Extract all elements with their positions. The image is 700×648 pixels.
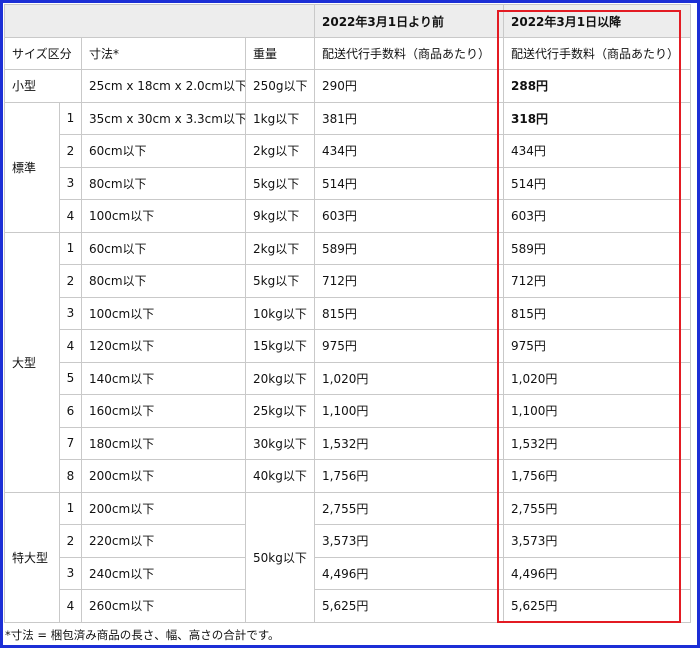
row-number-cell: 2 — [59, 524, 82, 558]
dimension-cell: 260cm以下 — [81, 589, 246, 623]
weight-cell: 9kg以下 — [245, 199, 315, 233]
dimension-cell: 100cm以下 — [81, 199, 246, 233]
dimension-cell: 80cm以下 — [81, 166, 246, 200]
fee-before-cell: 2,755円 — [314, 491, 504, 525]
dimension-cell: 80cm以下 — [81, 264, 246, 298]
fee-before-cell: 434円 — [314, 134, 504, 168]
dimension-cell: 140cm以下 — [81, 361, 246, 395]
dimension-cell: 200cm以下 — [81, 491, 246, 525]
weight-cell: 25kg以下 — [245, 394, 315, 428]
fee-before-cell: 589円 — [314, 231, 504, 265]
row-number-cell: 4 — [59, 589, 82, 623]
fee-before-cell: 1,020円 — [314, 361, 504, 395]
fee-before-cell: 514円 — [314, 166, 504, 200]
row-number-cell: 1 — [59, 231, 82, 265]
weight-cell: 20kg以下 — [245, 361, 315, 395]
fee-before-cell: 712円 — [314, 264, 504, 298]
row-number-cell: 7 — [59, 426, 82, 460]
header-before-date: 2022年3月1日より前 — [314, 4, 504, 38]
row-number-cell: 3 — [59, 296, 82, 330]
dimension-cell: 180cm以下 — [81, 426, 246, 460]
row-number-cell: 2 — [59, 134, 82, 168]
dimension-cell: 100cm以下 — [81, 296, 246, 330]
header-blank-cell — [4, 4, 315, 38]
row-number-cell: 4 — [59, 199, 82, 233]
weight-cell: 30kg以下 — [245, 426, 315, 460]
weight-cell: 40kg以下 — [245, 459, 315, 493]
highlight-box-new-fees — [497, 10, 681, 623]
fee-before-cell: 3,573円 — [314, 524, 504, 558]
col-size-class: サイズ区分 — [4, 37, 82, 70]
weight-cell: 50kg以下 — [245, 491, 315, 623]
row-number-cell: 5 — [59, 361, 82, 395]
col-weight: 重量 — [245, 37, 315, 70]
fee-before-cell: 1,756円 — [314, 459, 504, 493]
fee-before-cell: 603円 — [314, 199, 504, 233]
weight-cell: 1kg以下 — [245, 101, 315, 135]
fee-before-cell: 815円 — [314, 296, 504, 330]
fee-before-cell: 1,532円 — [314, 426, 504, 460]
dimension-cell: 25cm x 18cm x 2.0cm以下 — [81, 69, 246, 103]
row-number-cell: 1 — [59, 491, 82, 525]
fee-before-cell: 1,100円 — [314, 394, 504, 428]
dimension-cell: 220cm以下 — [81, 524, 246, 558]
weight-cell: 250g以下 — [245, 69, 315, 103]
fee-before-cell: 290円 — [314, 69, 504, 103]
row-number-cell: 3 — [59, 166, 82, 200]
row-number-cell: 1 — [59, 101, 82, 135]
row-number-cell: 4 — [59, 329, 82, 363]
size-class-large: 大型 — [4, 231, 60, 493]
weight-cell: 15kg以下 — [245, 329, 315, 363]
col-dimensions: 寸法* — [81, 37, 246, 70]
col-fee-before: 配送代行手数料（商品あたり） — [314, 37, 504, 70]
weight-cell: 5kg以下 — [245, 166, 315, 200]
size-class-small: 小型 — [4, 69, 82, 103]
size-class-standard: 標準 — [4, 101, 60, 233]
weight-cell: 2kg以下 — [245, 134, 315, 168]
row-number-cell: 8 — [59, 459, 82, 493]
dimension-cell: 60cm以下 — [81, 231, 246, 265]
dimension-cell: 60cm以下 — [81, 134, 246, 168]
dimension-cell: 240cm以下 — [81, 556, 246, 590]
dimension-footnote: *寸法 = 梱包済み商品の長さ、幅、高さの合計です。 — [5, 628, 280, 642]
dimension-cell: 120cm以下 — [81, 329, 246, 363]
weight-cell: 10kg以下 — [245, 296, 315, 330]
fee-before-cell: 381円 — [314, 101, 504, 135]
fee-before-cell: 5,625円 — [314, 589, 504, 623]
dimension-cell: 160cm以下 — [81, 394, 246, 428]
row-number-cell: 2 — [59, 264, 82, 298]
row-number-cell: 6 — [59, 394, 82, 428]
size-class-oversize: 特大型 — [4, 491, 60, 623]
dimension-cell: 35cm x 30cm x 3.3cm以下 — [81, 101, 246, 135]
weight-cell: 5kg以下 — [245, 264, 315, 298]
dimension-cell: 200cm以下 — [81, 459, 246, 493]
row-number-cell: 3 — [59, 556, 82, 590]
fee-before-cell: 4,496円 — [314, 556, 504, 590]
weight-cell: 2kg以下 — [245, 231, 315, 265]
fee-before-cell: 975円 — [314, 329, 504, 363]
